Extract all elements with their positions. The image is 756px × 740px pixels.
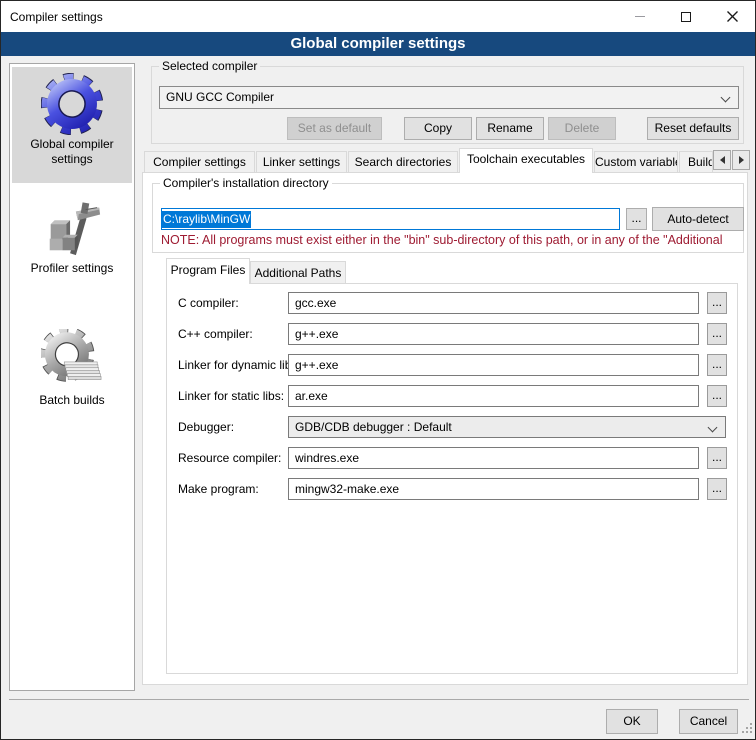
cpp-compiler-row: C++ compiler: g++.exe ... <box>167 323 739 345</box>
copy-button[interactable]: Copy <box>404 117 472 140</box>
installation-directory-group: Compiler's installation directory C:\ray… <box>152 183 744 253</box>
tab-search-directories[interactable]: Search directories <box>348 151 458 173</box>
selected-compiler-group-label: Selected compiler <box>159 59 260 73</box>
cpp-compiler-browse-button[interactable]: ... <box>707 323 727 345</box>
close-button[interactable] <box>709 1 755 32</box>
tab-custom-variables[interactable]: Custom variables <box>594 151 678 173</box>
gray-gear-papers-icon <box>41 329 103 391</box>
c-compiler-input[interactable]: gcc.exe <box>288 292 699 314</box>
chevron-down-icon <box>708 423 718 433</box>
set-as-default-button[interactable]: Set as default <box>287 117 382 140</box>
resize-grip[interactable] <box>742 722 752 736</box>
rename-button[interactable]: Rename <box>476 117 544 140</box>
make-program-input[interactable]: mingw32-make.exe <box>288 478 699 500</box>
window-controls <box>617 1 755 32</box>
titlebar[interactable]: Compiler settings <box>1 1 755 32</box>
tab-scroll-right-button[interactable] <box>732 150 750 170</box>
selected-compiler-group: Selected compiler GNU GCC Compiler Set a… <box>151 66 744 144</box>
sidebar-item-label: Profiler settings <box>12 261 132 276</box>
resource-compiler-label: Resource compiler: <box>178 451 281 465</box>
installation-directory-group-label: Compiler's installation directory <box>160 176 332 190</box>
ok-button[interactable]: OK <box>606 709 658 734</box>
linker-static-input[interactable]: ar.exe <box>288 385 699 407</box>
resource-compiler-browse-button[interactable]: ... <box>707 447 727 469</box>
blue-gear-icon <box>41 73 103 135</box>
footer-divider <box>9 699 749 700</box>
c-compiler-browse-button[interactable]: ... <box>707 292 727 314</box>
subtab-program-files[interactable]: Program Files <box>166 258 250 284</box>
tab-toolchain-executables[interactable]: Toolchain executables <box>459 148 593 173</box>
sidebar-item-label: Global compiler settings <box>12 137 132 167</box>
resource-compiler-input[interactable]: windres.exe <box>288 447 699 469</box>
subtab-additional-paths[interactable]: Additional Paths <box>250 261 346 283</box>
arrow-right-icon <box>739 156 744 164</box>
debugger-label: Debugger: <box>178 420 234 434</box>
delete-button[interactable]: Delete <box>548 117 616 140</box>
note-text: NOTE: All programs must exist either in … <box>161 233 743 247</box>
linker-dynamic-input[interactable]: g++.exe <box>288 354 699 376</box>
minimize-icon <box>635 16 645 17</box>
sidebar-item-global-compiler-settings[interactable]: Global compiler settings <box>12 67 132 183</box>
linker-static-row: Linker for static libs: ar.exe ... <box>167 385 739 407</box>
sidebar-item-label: Batch builds <box>12 393 132 408</box>
cpp-compiler-input[interactable]: g++.exe <box>288 323 699 345</box>
c-compiler-label: C compiler: <box>178 296 239 310</box>
installation-directory-input[interactable]: C:\raylib\MinGW <box>161 208 620 230</box>
auto-detect-button[interactable]: Auto-detect <box>652 207 744 231</box>
minimize-button[interactable] <box>617 1 663 32</box>
maximize-icon <box>681 12 691 22</box>
arrow-left-icon <box>720 156 725 164</box>
window-title: Compiler settings <box>10 10 103 24</box>
browse-directory-button[interactable]: ... <box>626 208 647 230</box>
tab-compiler-settings[interactable]: Compiler settings <box>144 151 255 173</box>
debugger-select[interactable]: GDB/CDB debugger : Default <box>288 416 726 438</box>
linker-dynamic-label: Linker for dynamic libs: <box>178 358 301 372</box>
sidebar-item-profiler-settings[interactable]: Profiler settings <box>12 191 132 297</box>
debugger-select-value: GDB/CDB debugger : Default <box>295 420 452 434</box>
resource-compiler-row: Resource compiler: windres.exe ... <box>167 447 739 469</box>
linker-static-label: Linker for static libs: <box>178 389 284 403</box>
toolchain-executables-page: Compiler's installation directory C:\ray… <box>142 172 748 685</box>
caliper-icon <box>41 197 103 259</box>
reset-defaults-button[interactable]: Reset defaults <box>647 117 739 140</box>
make-program-row: Make program: mingw32-make.exe ... <box>167 478 739 500</box>
program-files-page: C compiler: gcc.exe ... C++ compiler: g+… <box>166 283 738 674</box>
make-program-label: Make program: <box>178 482 259 496</box>
linker-dynamic-row: Linker for dynamic libs: g++.exe ... <box>167 354 739 376</box>
compiler-settings-dialog: Compiler settings Global compiler settin… <box>0 0 756 740</box>
tab-scroll-left-button[interactable] <box>713 150 731 170</box>
tab-linker-settings[interactable]: Linker settings <box>256 151 347 173</box>
maximize-button[interactable] <box>663 1 709 32</box>
debugger-row: Debugger: GDB/CDB debugger : Default <box>167 416 739 438</box>
compiler-select-value: GNU GCC Compiler <box>166 90 274 104</box>
close-icon <box>727 11 738 22</box>
cancel-button[interactable]: Cancel <box>679 709 738 734</box>
linker-dynamic-browse-button[interactable]: ... <box>707 354 727 376</box>
settings-category-list: Global compiler settings <box>9 63 135 691</box>
c-compiler-row: C compiler: gcc.exe ... <box>167 292 739 314</box>
installation-directory-value: C:\raylib\MinGW <box>162 211 251 228</box>
make-program-browse-button[interactable]: ... <box>707 478 727 500</box>
chevron-down-icon <box>721 93 731 103</box>
cpp-compiler-label: C++ compiler: <box>178 327 253 341</box>
linker-static-browse-button[interactable]: ... <box>707 385 727 407</box>
dialog-banner-title: Global compiler settings <box>1 32 755 56</box>
compiler-select[interactable]: GNU GCC Compiler <box>159 86 739 109</box>
tab-build-clipped[interactable]: Build <box>679 151 713 173</box>
sidebar-item-batch-builds[interactable]: Batch builds <box>12 323 132 421</box>
